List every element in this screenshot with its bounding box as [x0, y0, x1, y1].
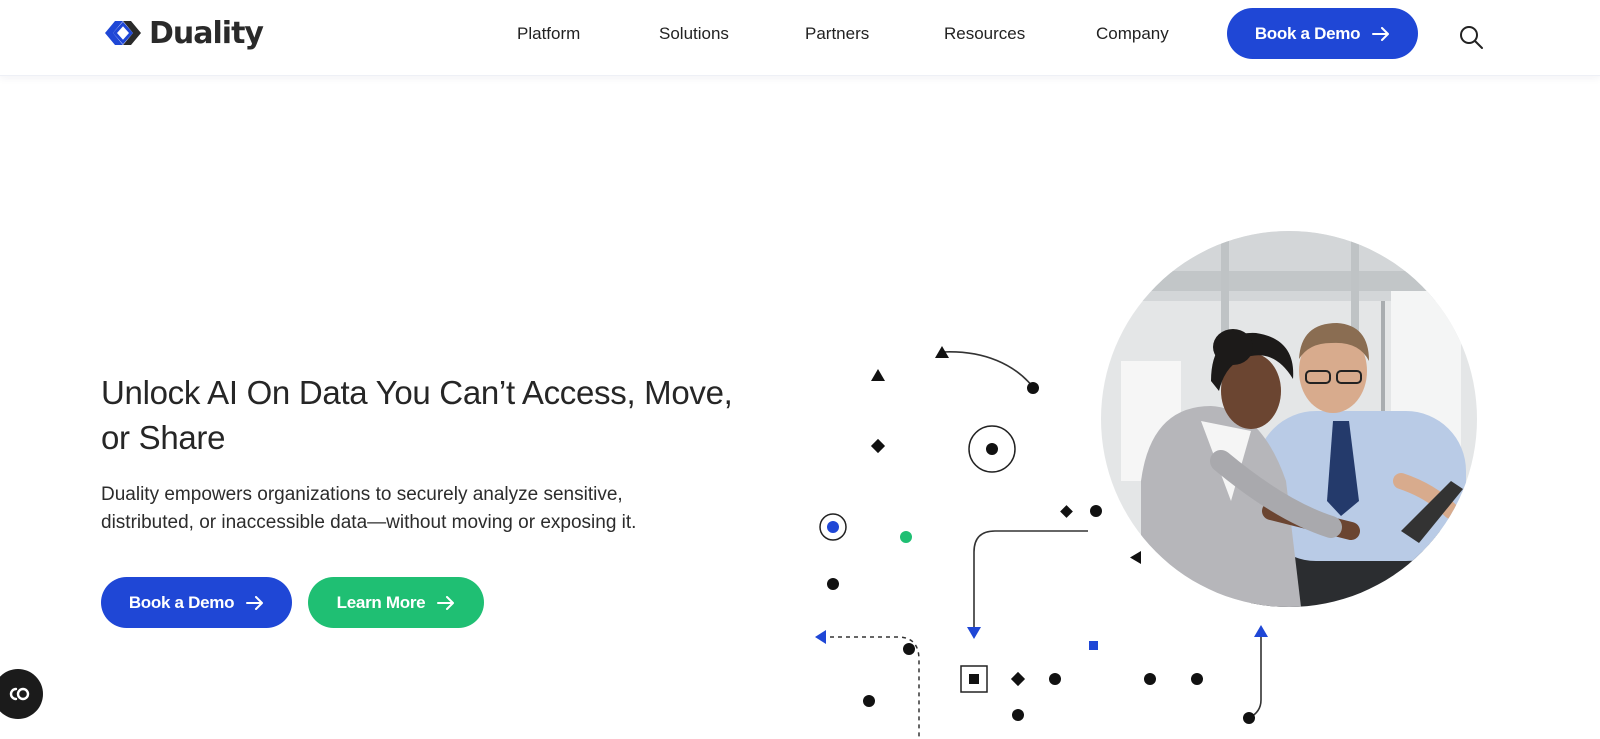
hero-title: Unlock AI On Data You Can’t Access, Move… [101, 374, 733, 456]
logo-mark-icon [105, 21, 141, 45]
logo-wordmark: Duality [149, 15, 264, 51]
header-book-demo-button[interactable]: Book a Demo [1227, 8, 1418, 59]
hero-book-demo-button[interactable]: Book a Demo [101, 577, 292, 628]
site-header: Duality Platform Solutions Partners Reso… [0, 0, 1600, 76]
nav-item-platform[interactable]: Platform [517, 22, 580, 46]
hero-learn-more-label: Learn More [336, 592, 426, 612]
nav-item-company[interactable]: Company [1096, 22, 1169, 46]
arrow-right-icon [1372, 26, 1390, 41]
nav-item-partners[interactable]: Partners [805, 22, 869, 46]
chat-widget-button[interactable] [0, 669, 43, 719]
hero-subtitle: Duality empowers organizations to secure… [101, 484, 637, 533]
search-icon[interactable] [1458, 24, 1484, 50]
logo[interactable]: Duality [101, 14, 264, 52]
nav-item-solutions[interactable]: Solutions [659, 22, 729, 46]
hero-photo [1101, 231, 1477, 607]
hero-book-demo-label: Book a Demo [128, 592, 235, 612]
chat-icon [9, 687, 30, 701]
arrow-right-icon [437, 595, 455, 610]
hero-learn-more-button[interactable]: Learn More [308, 577, 484, 628]
nav-item-resources[interactable]: Resources [944, 22, 1025, 46]
header-book-demo-label: Book a Demo [1254, 23, 1361, 43]
arrow-right-icon [246, 595, 264, 610]
